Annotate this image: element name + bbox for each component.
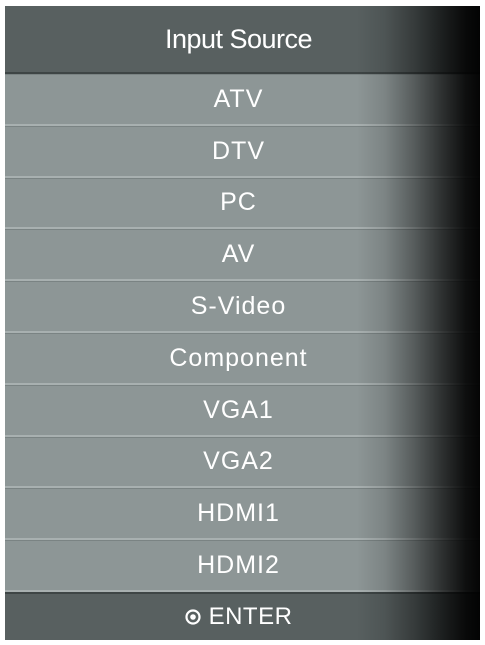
menu-footer: ENTER xyxy=(5,592,480,640)
source-item-vga1[interactable]: VGA1 xyxy=(5,384,480,437)
menu-header: Input Source xyxy=(5,6,480,74)
source-item-component[interactable]: Component xyxy=(5,332,480,385)
source-item-hdmi1[interactable]: HDMI1 xyxy=(5,488,480,541)
source-item-label: S-Video xyxy=(190,292,287,321)
source-item-atv[interactable]: ATV xyxy=(5,74,480,126)
source-item-label: VGA1 xyxy=(203,395,274,424)
source-item-dtv[interactable]: DTV xyxy=(5,125,480,178)
enter-label: ENTER xyxy=(208,603,293,630)
source-item-hdmi2[interactable]: HDMI2 xyxy=(5,540,480,592)
source-item-s-video[interactable]: S-Video xyxy=(5,281,480,333)
source-item-label: DTV xyxy=(212,136,265,165)
source-item-label: VGA2 xyxy=(203,447,274,476)
source-item-av[interactable]: AV xyxy=(5,229,480,282)
source-item-label: HDMI2 xyxy=(197,551,280,580)
source-list: ATV DTV PC AV S-Video Component VGA1 VGA… xyxy=(5,74,480,592)
source-item-label: Component xyxy=(169,343,308,372)
source-item-vga2[interactable]: VGA2 xyxy=(5,436,480,489)
input-source-menu: Input Source ATV DTV PC AV S-Video Compo… xyxy=(5,6,480,640)
source-item-pc[interactable]: PC xyxy=(5,177,480,230)
source-item-label: ATV xyxy=(213,84,264,113)
source-item-label: PC xyxy=(220,188,257,217)
source-item-label: AV xyxy=(221,240,256,269)
enter-button-icon xyxy=(184,609,201,625)
enter-hint: ENTER xyxy=(184,603,293,631)
source-item-label: HDMI1 xyxy=(197,499,280,528)
menu-title: Input Source xyxy=(164,23,313,54)
